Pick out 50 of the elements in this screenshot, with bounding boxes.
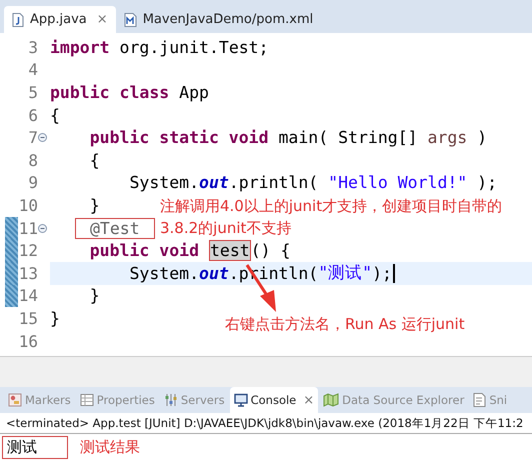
code-line: { — [88, 150, 100, 170]
line-number: 15 — [18, 308, 38, 328]
line-number: 13 — [18, 264, 38, 283]
code-line: } — [88, 286, 100, 306]
editor-tab[interactable]: App.java ⨯ — [4, 6, 116, 33]
code-line: public void test() { — [88, 241, 290, 260]
sliders-icon — [164, 393, 178, 407]
line-number: 6 — [27, 106, 38, 125]
editor-tab[interactable]: MavenJavaDemo/pom.xml — [116, 6, 322, 33]
line-number: 11 — [18, 218, 38, 238]
view-tab[interactable]: Properties — [76, 387, 159, 413]
code-line: @Test — [50, 218, 154, 238]
line-number: 5 — [27, 82, 38, 102]
java-file-icon — [12, 12, 24, 26]
code-line: import org.junit.Test; — [50, 38, 269, 57]
view-tab[interactable]: Data Source Explorer — [319, 387, 468, 413]
close-icon[interactable]: ⨯ — [96, 12, 108, 27]
line-number: 12 — [18, 241, 38, 260]
console-output: 测试 — [2, 436, 68, 459]
console-header: <terminated> App.test [JUnit] D:\JAVAEE\JDK\jdk8\bin\javaw.exe (2018年1月22日 下午11:2 — [0, 413, 532, 434]
line-number: 7 — [27, 128, 38, 148]
line-number: 3 — [27, 38, 38, 57]
markers-icon — [8, 393, 22, 407]
view-tab[interactable]: Sni — [469, 387, 512, 413]
code-line: public class App — [50, 82, 209, 102]
maven-file-icon — [124, 12, 137, 26]
document-icon — [473, 393, 486, 407]
code-line: { — [50, 106, 60, 125]
line-number: 4 — [27, 60, 38, 80]
view-tab[interactable]: Console ⨯ — [230, 387, 318, 413]
monitor-icon — [234, 393, 248, 407]
code-line: public static void main( String[] args ) — [88, 128, 488, 148]
line-number: 16 — [18, 332, 38, 351]
close-icon[interactable]: ⨯ — [303, 392, 314, 408]
collapse-icon[interactable] — [38, 133, 47, 142]
text-cursor — [392, 264, 395, 283]
annotation-note: 右键点击方法名，Run As 运行junit — [225, 315, 465, 334]
line-number: 9 — [27, 173, 38, 192]
collapse-icon[interactable] — [38, 224, 47, 233]
line-number: 10 — [18, 196, 38, 215]
code-line: System.out.println( "Hello World!" ); — [128, 173, 498, 192]
annotation-note: 注解调用4.0以上的junit才支持，创建项目时自带的3.8.2的junit不支持 — [160, 196, 504, 239]
code-line: } — [88, 196, 100, 215]
line-number: 8 — [27, 150, 38, 170]
code-line: } — [50, 308, 60, 328]
line-number: 14 — [18, 286, 38, 306]
annotation-note: 测试结果 — [80, 438, 140, 457]
view-tab[interactable]: Markers — [4, 387, 75, 413]
table-icon — [80, 393, 94, 407]
view-tab[interactable]: Servers — [160, 387, 229, 413]
